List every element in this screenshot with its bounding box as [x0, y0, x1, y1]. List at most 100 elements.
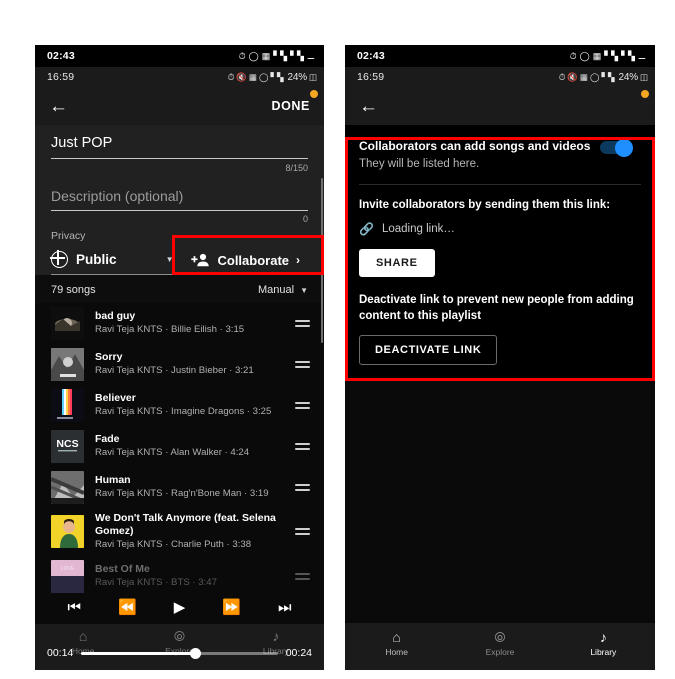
drag-handle-icon[interactable]	[295, 440, 310, 453]
home-icon: ⌂	[78, 628, 88, 644]
invite-link-row[interactable]: 🔗 Loading link…	[359, 222, 641, 236]
list-item[interactable]: NCS Fade Ravi Teja KNTS · Alan Walker · …	[35, 426, 324, 467]
system-clock: 02:43	[47, 50, 75, 62]
signal-2-icon: ▘▚	[621, 50, 635, 61]
sidebar-item-home[interactable]: ⌂ Home	[345, 630, 448, 657]
chevron-right-icon: ›	[296, 253, 300, 267]
sort-order-dropdown[interactable]: Manual ▼	[258, 284, 308, 296]
chevron-down-icon: ▼	[300, 286, 308, 295]
drag-handle-icon[interactable]	[295, 525, 310, 538]
album-art	[51, 515, 84, 549]
album-art	[51, 471, 84, 504]
wifi-icon: ◯	[258, 71, 269, 82]
drag-handle-icon[interactable]	[295, 570, 310, 583]
song-meta: Human Ravi Teja KNTS · Rag'n'Bone Man · …	[95, 474, 284, 501]
skip-to-end-icon[interactable]: ⏭	[278, 600, 292, 615]
progress-knob[interactable]	[189, 647, 201, 659]
drag-handle-icon[interactable]	[295, 358, 310, 371]
svg-text:LOVE: LOVE	[61, 566, 75, 572]
song-meta: Best Of Me Ravi Teja KNTS · BTS · 3:47	[95, 563, 284, 590]
song-title: Believer	[95, 392, 136, 405]
song-subtitle: Ravi Teja KNTS · Rag'n'Bone Man · 3:19	[95, 488, 269, 500]
list-item[interactable]: Sorry Ravi Teja KNTS · Justin Bieber · 3…	[35, 344, 324, 385]
list-item[interactable]: Believer Ravi Teja KNTS · Imagine Dragon…	[35, 385, 324, 426]
battery-icon: ◫	[308, 71, 317, 82]
collaborate-button[interactable]: Collaborate ›	[182, 247, 308, 274]
album-art	[51, 389, 84, 422]
song-list[interactable]: bad guy Ravi Teja KNTS · Billie Eilish ·…	[35, 303, 324, 597]
sidebar-item-label: Explore	[485, 647, 515, 657]
sidebar-item-label: Home	[385, 647, 408, 657]
home-icon: ⌂	[392, 629, 401, 645]
compass-icon: ⦾	[494, 629, 506, 645]
back-arrow-icon[interactable]: ←	[49, 97, 68, 116]
right-system-status-bar: 02:43 ⏱ ◯ ▦ ▘▚ ▘▚ ⚊	[345, 45, 655, 67]
song-subtitle: Ravi Teja KNTS · Charlie Puth · 3:38	[95, 539, 252, 551]
left-navbar: ← DONE	[35, 87, 324, 125]
done-button[interactable]: DONE	[271, 99, 310, 113]
song-meta: Sorry Ravi Teja KNTS · Justin Bieber · 3…	[95, 351, 284, 378]
sidebar-item-explore[interactable]: ⦾ Explore	[448, 630, 551, 657]
song-subtitle: Ravi Teja KNTS · BTS · 3:47	[95, 577, 217, 589]
library-icon: ♪	[599, 629, 607, 645]
right-app-status-bar: 16:59 ⏱ 🔇 ▦ ◯ ▘▚ 24% ◫	[345, 67, 655, 87]
back-arrow-icon[interactable]: ←	[359, 97, 378, 116]
progress-slider[interactable]	[81, 647, 278, 659]
signal-1-icon: ▘▚	[604, 50, 619, 61]
toggle-knob	[615, 138, 634, 157]
vibrate-icon: ▦	[261, 50, 271, 61]
collaborators-toggle-row: Collaborators can add songs and videos T…	[359, 138, 641, 170]
album-art	[51, 307, 84, 340]
duration-time: 00:24	[285, 647, 312, 659]
battery-saver-icon: ⚊	[637, 50, 646, 61]
library-icon: ♪	[272, 628, 280, 644]
privacy-dropdown[interactable]: Public ▼	[50, 245, 174, 275]
share-button[interactable]: SHARE	[359, 249, 435, 277]
signal-icon: ▘▚	[601, 71, 615, 82]
fast-forward-icon[interactable]: ⏩	[222, 600, 241, 615]
playlist-title-input[interactable]: Just POP	[51, 125, 308, 159]
battery-icon: ◫	[639, 71, 648, 82]
screenshot-stage: 02:43 ⏱ ◯ ▦ ▘▚ ▘▚ ⚊ 16:59 ⏱ 🔇 ▦ ◯ ▘▚ 24%…	[0, 0, 675, 679]
song-subtitle: Ravi Teja KNTS · Alan Walker · 4:24	[95, 447, 250, 459]
description-input[interactable]: Description (optional)	[51, 185, 308, 211]
wifi-icon: ◯	[589, 71, 600, 82]
drag-handle-icon[interactable]	[295, 317, 310, 330]
collaborators-toggle[interactable]	[600, 138, 634, 157]
transport-controls: ⏮ ⏪ ▶ ⏩ ⏭	[35, 590, 324, 624]
svg-text:NCS: NCS	[56, 438, 78, 450]
divider	[359, 184, 641, 185]
right-navbar: ←	[345, 87, 655, 125]
right-bottom-nav: ⌂ Home ⦾ Explore ♪ Library	[345, 623, 655, 670]
drag-handle-icon[interactable]	[295, 481, 310, 494]
vibrate-icon: ▦	[248, 71, 257, 82]
sidebar-item-library[interactable]: ♪ Library	[552, 630, 655, 657]
vibrate-icon: ▦	[579, 71, 588, 82]
alarm-icon: ⏱	[227, 71, 235, 82]
sidebar-item-label: Library	[590, 647, 617, 657]
alarm-icon: ⏱	[558, 71, 566, 82]
left-system-status-bar: 02:43 ⏱ ◯ ▦ ▘▚ ▘▚ ⚊	[35, 45, 324, 67]
scrollbar[interactable]	[321, 178, 323, 343]
album-art: NCS	[51, 430, 84, 463]
deactivate-description: Deactivate link to prevent new people fr…	[359, 294, 634, 322]
invite-heading: Invite collaborators by sending them thi…	[359, 199, 611, 211]
song-meta: Fade Ravi Teja KNTS · Alan Walker · 4:24	[95, 433, 284, 460]
sort-order-label: Manual	[257, 284, 295, 296]
collaborate-panel: Collaborators can add songs and videos T…	[345, 125, 655, 382]
song-subtitle: Ravi Teja KNTS · Billie Eilish · 3:15	[95, 324, 245, 336]
list-item[interactable]: We Don't Talk Anymore (feat. Selena Gome…	[35, 508, 324, 556]
deactivate-link-button[interactable]: DEACTIVATE LINK	[359, 335, 498, 366]
rewind-icon[interactable]: ⏪	[118, 600, 137, 615]
list-item[interactable]: bad guy Ravi Teja KNTS · Billie Eilish ·…	[35, 303, 324, 344]
list-item[interactable]: Human Ravi Teja KNTS · Rag'n'Bone Man · …	[35, 467, 324, 508]
song-meta: We Don't Talk Anymore (feat. Selena Gome…	[95, 512, 284, 552]
skip-to-start-icon[interactable]: ⏮	[68, 600, 82, 615]
invite-link-text: Loading link…	[381, 223, 455, 235]
drag-handle-icon[interactable]	[295, 399, 310, 412]
battery-percent: 24%	[287, 71, 308, 83]
song-list-header: 79 songs Manual ▼	[35, 275, 324, 303]
alarm-icon: ⏱	[238, 50, 246, 61]
progress-filled	[81, 651, 196, 655]
play-icon[interactable]: ▶	[174, 600, 186, 615]
